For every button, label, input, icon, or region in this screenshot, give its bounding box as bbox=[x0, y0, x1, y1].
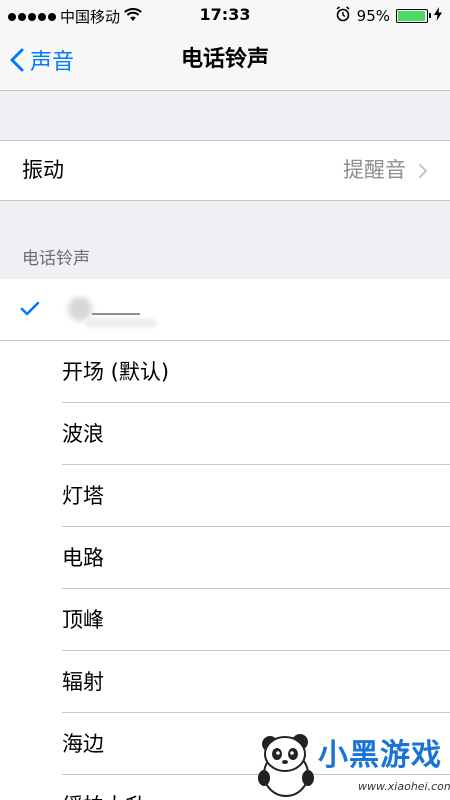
ringtone-item[interactable]: 辐射 bbox=[0, 651, 450, 713]
battery-percent: 95% bbox=[356, 7, 390, 25]
ringtone-label: 顶峰 bbox=[62, 608, 104, 632]
ringtone-item[interactable]: 顶峰 bbox=[0, 589, 450, 651]
alarm-icon bbox=[335, 6, 351, 26]
back-button[interactable]: 声音 bbox=[10, 30, 74, 90]
navigation-bar: 声音 电话铃声 bbox=[0, 30, 450, 91]
ringtone-label: 波浪 bbox=[62, 422, 104, 446]
vibration-row[interactable]: 振动 提醒音 bbox=[0, 140, 450, 201]
ringtone-item[interactable]: 缓拍大升 bbox=[0, 775, 450, 800]
chevron-left-icon bbox=[10, 48, 24, 72]
status-right: 95% bbox=[335, 6, 442, 26]
back-button-label: 声音 bbox=[30, 50, 75, 75]
charging-bolt-icon bbox=[434, 7, 442, 25]
ringtone-label: 电路 bbox=[62, 546, 104, 570]
chevron-right-icon bbox=[418, 163, 428, 179]
battery-level-fill bbox=[398, 11, 425, 21]
ringtone-item[interactable]: 海边 bbox=[0, 713, 450, 775]
ringtone-item[interactable]: 电路 bbox=[0, 527, 450, 589]
ringtone-item[interactable]: 灯塔 bbox=[0, 465, 450, 527]
vibration-value: 提醒音 bbox=[343, 158, 406, 182]
ringtone-label: 开场 (默认) bbox=[62, 360, 170, 384]
ringtone-item-selected[interactable] bbox=[0, 279, 450, 341]
status-bar: 中国移动 17:33 95% bbox=[0, 0, 450, 30]
ringtone-label: 灯塔 bbox=[62, 484, 104, 508]
ringtone-list: 开场 (默认) 波浪 灯塔 电路 顶峰 辐射 海边 缓拍大升 bbox=[0, 279, 450, 800]
ringtone-label: 辐射 bbox=[62, 670, 104, 694]
ringtone-label: 海边 bbox=[62, 732, 104, 756]
checkmark-icon bbox=[20, 301, 40, 316]
ringtone-item[interactable]: 开场 (默认) bbox=[0, 341, 450, 403]
ringtone-item[interactable]: 波浪 bbox=[0, 403, 450, 465]
ringtone-section-header: 电话铃声 bbox=[22, 249, 90, 269]
ringtone-label: 缓拍大升 bbox=[62, 775, 146, 800]
blurred-ringtone-name bbox=[62, 293, 162, 327]
battery-icon bbox=[396, 9, 431, 23]
vibration-label: 振动 bbox=[22, 158, 64, 182]
